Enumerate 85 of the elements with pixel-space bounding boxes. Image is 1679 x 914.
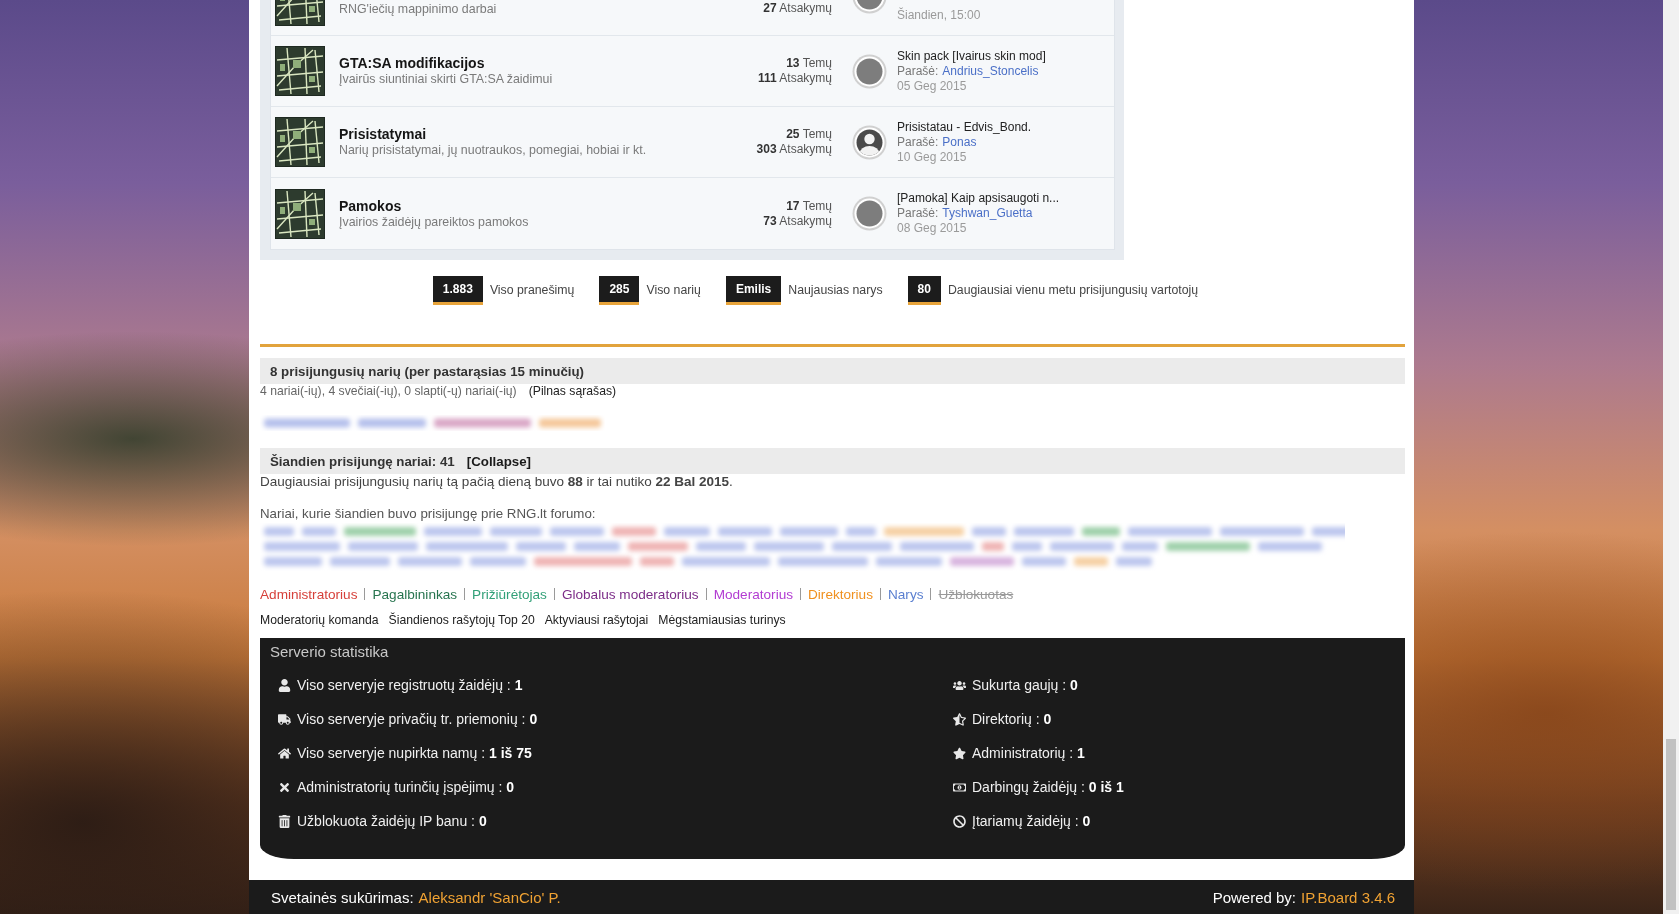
prohibited-icon xyxy=(953,814,966,828)
server-stat-text: Sukurta gaujų : 0 xyxy=(972,677,1078,693)
forum-description: RNG'iečių mappinimo darbai xyxy=(339,2,497,17)
map-icon xyxy=(275,188,325,239)
section-title: 8 prisijungusių narių (per pastarąsias 15 minučių) xyxy=(270,363,585,379)
member-group-link[interactable]: Administratorius xyxy=(260,586,358,602)
post-date: Šiandien, 15:00 xyxy=(897,8,981,23)
reply-count: 27 Atsakymų xyxy=(763,1,832,16)
post-date: 10 Geg 2015 xyxy=(897,149,967,165)
server-stat-text: Užblokuota žaidėjų IP banu : 0 xyxy=(297,813,487,829)
credit-link[interactable]: Aleksandr 'SanCio' P. xyxy=(418,888,561,906)
scrollbar-track[interactable] xyxy=(1663,0,1679,914)
home-icon xyxy=(278,746,291,760)
stat-value: 80 xyxy=(907,276,941,305)
server-stat-text: Viso serveryje nupirkta namų : 1 iš 75 xyxy=(297,745,532,761)
stat-value: 285 xyxy=(599,276,640,305)
avatar-placeholder[interactable] xyxy=(852,53,887,89)
member-group-link[interactable]: Pagalbininkas xyxy=(372,586,458,602)
server-stat-text: Viso serveryje privačių tr. priemonių : 0 xyxy=(297,711,538,727)
forum-description: Įvairūs siuntiniai skirti GTA:SA žaidimui xyxy=(339,72,553,87)
stat-label: Viso pranešimų xyxy=(489,282,575,299)
author-link[interactable]: Tyshwan_Guetta xyxy=(942,206,1033,221)
credit-label: Svetainės sukūrimas: xyxy=(271,888,414,906)
trash-icon xyxy=(278,814,291,828)
board-link[interactable]: Šiandienos rašytojų Top 20 xyxy=(388,612,535,628)
powered-link[interactable]: IP.Board 3.4.6 xyxy=(1301,888,1395,906)
server-stat-text: Įtariamų žaidėjų : 0 xyxy=(972,813,1091,829)
full-list-link[interactable]: (Pilnas sąrašas) xyxy=(528,384,617,399)
scrollbar-thumb[interactable] xyxy=(1666,739,1676,910)
topic-count: 17 Temų xyxy=(786,198,832,214)
last-post-title[interactable]: Skin pack [Ivairus skin mod] xyxy=(897,48,1046,64)
server-stat-text: Viso serveryje registruotų žaidėjų : 1 xyxy=(297,677,523,693)
collapse-link[interactable]: [Collapse] xyxy=(466,453,531,469)
user-icon xyxy=(278,678,291,692)
server-stat-text: Administratorių : 1 xyxy=(972,745,1085,761)
forum-description: Įvairios žaidėjų pareiktos pamokos xyxy=(339,214,529,230)
author-link[interactable]: Ponas xyxy=(942,134,977,150)
map-icon xyxy=(275,117,325,167)
stat-label: Naujausias narys xyxy=(788,282,883,299)
truck-icon xyxy=(278,712,291,726)
stat-value: Emilis xyxy=(725,276,782,305)
server-stat-text: Darbingų žaidėjų : 0 iš 1 xyxy=(972,779,1124,795)
avatar-placeholder[interactable] xyxy=(852,0,887,14)
post-date: 08 Geg 2015 xyxy=(897,221,967,236)
online-breakdown: 4 nariai(-ių), 4 svečiai(-ių), 0 slapti(-ų) nariai(-ių) xyxy=(260,384,517,399)
author-label: Parašė: xyxy=(897,206,939,221)
topic-count: 13 Temų xyxy=(786,56,832,71)
author-link[interactable]: Andrius_Stoncelis xyxy=(942,63,1039,79)
reply-count: 111 Atsakymų xyxy=(757,71,832,86)
avatar-placeholder[interactable] xyxy=(852,196,887,231)
stat-value: 1.883 xyxy=(432,276,483,305)
stat-label: Viso narių xyxy=(646,282,701,299)
member-group-link[interactable]: Globalus moderatorius xyxy=(561,586,699,602)
section-title: Šiandien prisijungę nariai: 41 xyxy=(270,453,455,469)
map-icon xyxy=(275,46,325,96)
member-group-link[interactable]: Narys xyxy=(888,586,924,602)
board-link[interactable]: Moderatorių komanda xyxy=(260,612,379,628)
reply-count: 73 Atsakymų xyxy=(763,213,832,229)
stat-label: Daugiausiai vienu metu prisijungusių vartotojų xyxy=(947,282,1199,299)
members-intro: Nariai, kurie šiandien buvo prisijungę prie RNG.lt forumo: xyxy=(260,506,596,522)
record-text: Daugiausiai prisijungusių narių tą pačią dieną buvo 88 ir tai nutiko 22 Bal 2015. xyxy=(260,474,733,490)
author-label: Parašė: xyxy=(897,63,939,79)
forum-description: Narių prisistatymai, jų nuotraukos, pomegiai, hobiai ir kt. xyxy=(339,143,647,158)
people-icon xyxy=(953,678,966,692)
board-link[interactable]: Mėgstamiausias turinys xyxy=(658,612,786,628)
cross-icon xyxy=(278,780,291,794)
topic-count: 25 Temų xyxy=(786,127,832,142)
forum-title[interactable]: Prisistatymai xyxy=(339,126,427,143)
half-star-icon xyxy=(953,712,966,726)
post-date: 05 Geg 2015 xyxy=(897,78,967,94)
member-group-link[interactable]: Moderatorius xyxy=(713,586,793,602)
last-post-title[interactable]: Prisistatau - Edvis_Bond. xyxy=(897,119,1032,135)
map-icon xyxy=(275,0,325,26)
reply-count: 303 Atsakymų xyxy=(756,142,832,157)
author-label: Parašė: xyxy=(897,134,939,150)
server-stat-text: Direktorių : 0 xyxy=(972,711,1052,727)
forum-title[interactable]: GTA:SA modifikacijos xyxy=(339,55,485,72)
board-link[interactable]: Aktyviausi rašytojai xyxy=(544,612,649,628)
server-stat-text: Administratorių turinčių įspėjimų : 0 xyxy=(297,779,515,795)
star-icon xyxy=(953,746,966,760)
panel-title: Serverio statistika xyxy=(270,642,389,662)
forum-title[interactable]: Pamokos xyxy=(339,197,402,215)
avatar-silhouette-icon[interactable] xyxy=(852,124,887,160)
powered-label: Powered by: xyxy=(1212,888,1297,906)
last-post-title[interactable]: [Pamoka] Kaip apsisaugoti n... xyxy=(897,191,1060,206)
